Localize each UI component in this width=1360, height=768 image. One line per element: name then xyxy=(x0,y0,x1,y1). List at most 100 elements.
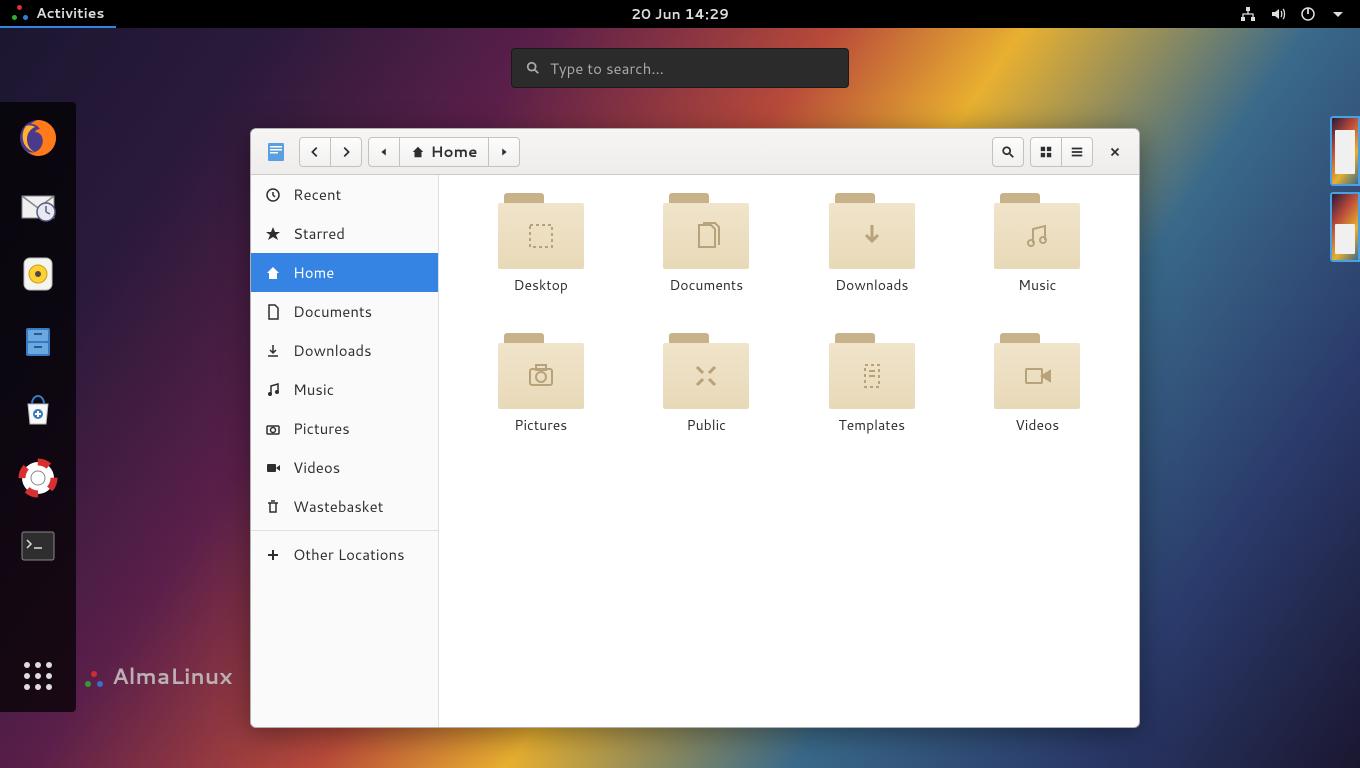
workspace-switcher[interactable] xyxy=(1330,116,1360,262)
folder-icon xyxy=(663,193,749,269)
home-icon xyxy=(265,265,281,281)
sidebar-item-label: Music xyxy=(293,379,334,400)
lifebuoy-icon xyxy=(16,456,60,500)
view-controls xyxy=(1030,137,1093,167)
sidebar-item-music[interactable]: Music xyxy=(251,370,438,409)
path-next[interactable] xyxy=(488,137,520,167)
plus-icon xyxy=(265,547,281,563)
video-icon xyxy=(265,460,281,476)
triangle-left-icon xyxy=(377,145,391,159)
home-icon xyxy=(411,145,425,159)
folder-icon xyxy=(498,193,584,269)
folder-icon xyxy=(994,193,1080,269)
shopping-bag-icon xyxy=(16,388,60,432)
folder-music[interactable]: Music xyxy=(967,193,1107,333)
mail-icon xyxy=(16,184,60,228)
sidebar-item-label: Videos xyxy=(293,457,340,478)
distro-watermark: AlmaLinux xyxy=(84,661,232,692)
sidebar-item-label: Home xyxy=(293,262,334,283)
chevron-right-icon xyxy=(339,145,353,159)
document-icon xyxy=(265,304,281,320)
folder-label: Downloads xyxy=(835,275,908,295)
clock-icon xyxy=(265,187,281,203)
sidebar-item-home[interactable]: Home xyxy=(251,253,438,292)
folder-videos[interactable]: Videos xyxy=(967,333,1107,473)
activities-button[interactable]: Activities xyxy=(0,0,116,28)
workspace-thumb-1[interactable] xyxy=(1330,116,1360,186)
close-button[interactable] xyxy=(1099,137,1131,167)
sidebar-item-label: Wastebasket xyxy=(293,496,383,517)
workspace-thumb-2[interactable] xyxy=(1330,192,1360,262)
sidebar-separator xyxy=(251,530,438,531)
sidebar-item-starred[interactable]: Starred xyxy=(251,214,438,253)
folder-label: Music xyxy=(1018,275,1056,295)
path-bar: Home xyxy=(368,137,520,167)
files-content[interactable]: Desktop Documents Downloads Music Pictur… xyxy=(439,175,1139,727)
files-window: Home Recent Starred Home xyxy=(250,128,1140,728)
files-sidebar: Recent Starred Home Documents Downloads … xyxy=(251,175,439,727)
hamburger-icon xyxy=(1070,145,1084,159)
folder-label: Pictures xyxy=(514,415,567,435)
back-button[interactable] xyxy=(299,137,331,167)
system-tray[interactable] xyxy=(1240,6,1360,22)
volume-icon xyxy=(1270,6,1286,22)
path-label: Home xyxy=(431,141,478,162)
view-menu-button[interactable] xyxy=(1061,137,1093,167)
sidebar-item-label: Documents xyxy=(293,301,372,322)
sidebar-item-label: Pictures xyxy=(293,418,350,439)
firefox-icon xyxy=(16,116,60,160)
music-icon xyxy=(265,382,281,398)
dock-rhythmbox[interactable] xyxy=(14,250,62,298)
clock[interactable]: 20 Jun 14:29 xyxy=(631,4,729,24)
sidebar-item-recent[interactable]: Recent xyxy=(251,175,438,214)
folder-icon xyxy=(498,333,584,409)
sidebar-item-downloads[interactable]: Downloads xyxy=(251,331,438,370)
power-icon xyxy=(1300,6,1316,22)
folder-icon xyxy=(663,333,749,409)
sidebar-item-label: Recent xyxy=(293,184,341,205)
search-icon xyxy=(1001,145,1015,159)
search-input[interactable] xyxy=(550,58,834,79)
folder-icon xyxy=(829,333,915,409)
view-grid-button[interactable] xyxy=(1030,137,1062,167)
dock-help[interactable] xyxy=(14,454,62,502)
nav-back-forward xyxy=(299,137,362,167)
folder-documents[interactable]: Documents xyxy=(636,193,776,333)
folder-icon xyxy=(994,333,1080,409)
folder-desktop[interactable]: Desktop xyxy=(471,193,611,333)
search-button[interactable] xyxy=(992,137,1024,167)
dock xyxy=(0,102,76,712)
dock-files[interactable] xyxy=(14,318,62,366)
file-cabinet-icon xyxy=(16,320,60,364)
distro-logo-icon xyxy=(12,5,28,21)
dock-firefox[interactable] xyxy=(14,114,62,162)
activities-label: Activities xyxy=(36,3,104,23)
forward-button[interactable] xyxy=(330,137,362,167)
overview-search[interactable] xyxy=(511,48,849,88)
sidebar-item-other-locations[interactable]: Other Locations xyxy=(251,535,438,574)
files-body: Recent Starred Home Documents Downloads … xyxy=(251,175,1139,727)
path-current[interactable]: Home xyxy=(399,137,489,167)
dock-terminal[interactable] xyxy=(14,522,62,570)
sidebar-item-documents[interactable]: Documents xyxy=(251,292,438,331)
dock-software[interactable] xyxy=(14,386,62,434)
dock-evolution[interactable] xyxy=(14,182,62,230)
dock-app-grid[interactable] xyxy=(14,652,62,700)
folder-label: Desktop xyxy=(514,275,568,295)
distro-name: AlmaLinux xyxy=(112,661,232,692)
sidebar-item-trash[interactable]: Wastebasket xyxy=(251,487,438,526)
download-icon xyxy=(265,343,281,359)
sidebar-item-label: Downloads xyxy=(293,340,372,361)
folder-public[interactable]: Public xyxy=(636,333,776,473)
path-prev[interactable] xyxy=(368,137,400,167)
sidebar-item-videos[interactable]: Videos xyxy=(251,448,438,487)
sidebar-item-pictures[interactable]: Pictures xyxy=(251,409,438,448)
folder-pictures[interactable]: Pictures xyxy=(471,333,611,473)
sidebar-item-label: Other Locations xyxy=(293,544,405,565)
music-player-icon xyxy=(16,252,60,296)
files-app-icon xyxy=(265,141,287,163)
folder-downloads[interactable]: Downloads xyxy=(802,193,942,333)
folder-templates[interactable]: Templates xyxy=(802,333,942,473)
folder-label: Public xyxy=(686,415,726,435)
folder-label: Videos xyxy=(1015,415,1059,435)
